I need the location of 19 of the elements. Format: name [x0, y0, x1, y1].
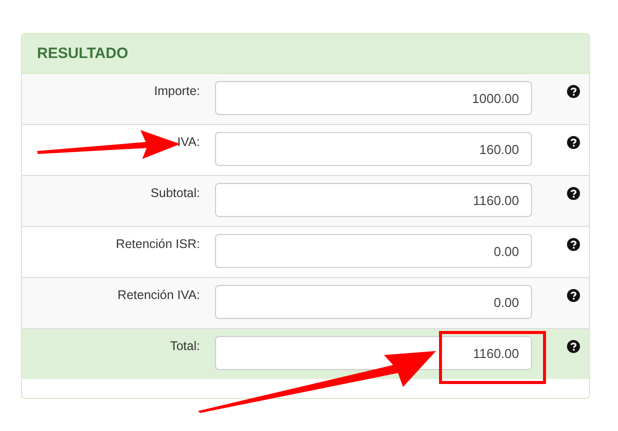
field-label: Subtotal: [150, 186, 200, 200]
input-field[interactable]: 0.00 [215, 234, 532, 268]
help-icon[interactable] [567, 85, 580, 98]
input-field[interactable]: 1160.00 [215, 336, 532, 370]
input-field[interactable]: 0.00 [215, 285, 532, 319]
help-icon[interactable] [567, 136, 580, 149]
input-field[interactable]: 1000.00 [215, 81, 532, 115]
field-label: Importe: [154, 84, 200, 98]
help-icon[interactable] [567, 289, 580, 302]
field-label: Retención ISR: [116, 237, 200, 251]
field-label: Total: [170, 339, 200, 353]
input-field[interactable]: 1160.00 [215, 183, 532, 217]
input-field[interactable]: 160.00 [215, 132, 532, 166]
help-icon[interactable] [567, 340, 580, 353]
field-label: IVA: [177, 135, 200, 149]
help-icon[interactable] [567, 187, 580, 200]
panel-title: RESULTADO [37, 45, 128, 62]
field-label: Retención IVA: [118, 288, 200, 302]
help-icon[interactable] [567, 238, 580, 251]
